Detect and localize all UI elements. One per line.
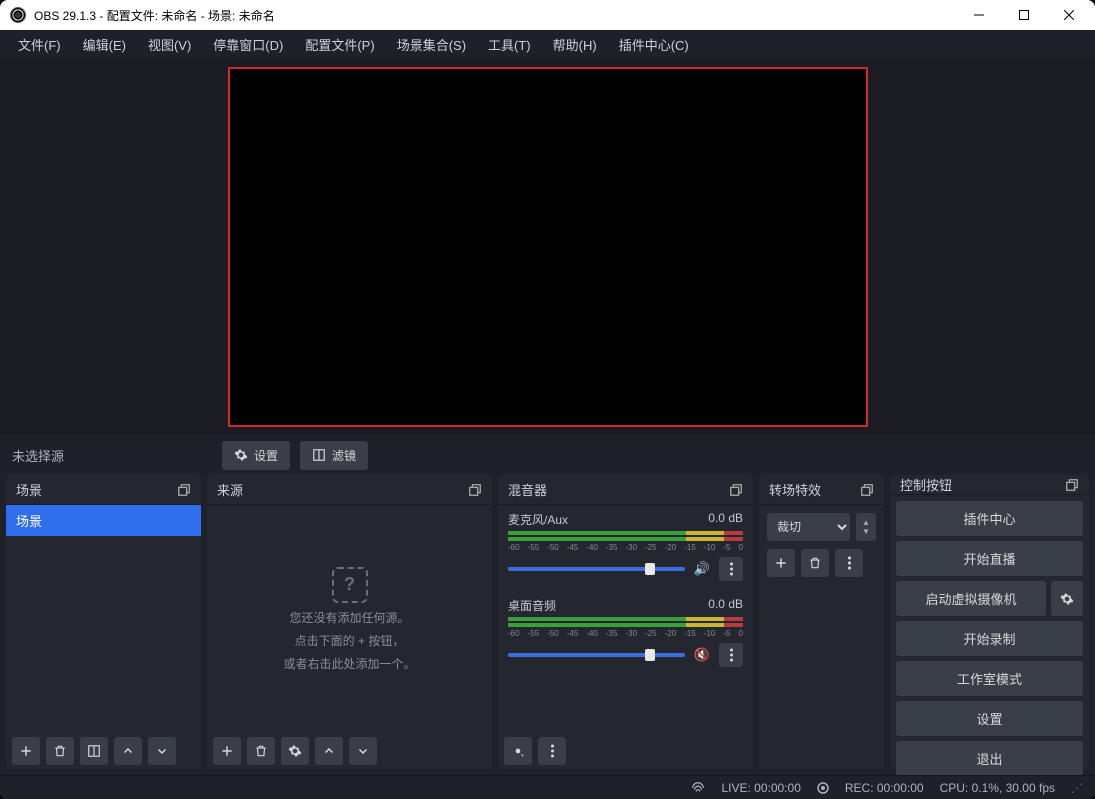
transition-properties-button[interactable] [835, 549, 863, 577]
add-transition-button[interactable] [767, 549, 795, 577]
plugin-center-button[interactable]: 插件中心 [896, 501, 1083, 536]
menu-edit[interactable]: 编辑(E) [73, 31, 136, 58]
start-recording-button[interactable]: 开始录制 [896, 621, 1083, 656]
volume-meter [508, 617, 743, 621]
volume-slider[interactable] [508, 653, 685, 657]
source-properties-button[interactable] [281, 737, 309, 765]
mixer-channel-mic: 麦克风/Aux 0.0 dB -60-55-50-45-40-35-30-25-… [498, 505, 753, 591]
filter-icon [312, 448, 326, 462]
volume-meter [508, 537, 743, 541]
mixer-title: 混音器 [508, 480, 547, 499]
menu-file[interactable]: 文件(F) [8, 31, 71, 58]
popout-icon[interactable] [729, 483, 743, 497]
exit-button[interactable]: 退出 [896, 741, 1083, 776]
remove-transition-button[interactable] [801, 549, 829, 577]
transition-select[interactable]: 裁切 [767, 513, 850, 541]
scene-item[interactable]: 场景 [6, 505, 201, 536]
window-title: OBS 29.1.3 - 配置文件: 未命名 - 场景: 未命名 [34, 7, 956, 24]
sources-dock: 来源 ? 您还没有添加任何源。 点击下面的 + 按钮， 或者右击此处添加一个。 [207, 475, 492, 769]
scenes-dock: 场景 场景 [6, 475, 201, 769]
popout-icon[interactable] [1065, 478, 1079, 492]
controls-title: 控制按钮 [900, 475, 952, 494]
source-up-button[interactable] [315, 737, 343, 765]
studio-mode-button[interactable]: 工作室模式 [896, 661, 1083, 696]
empty-sources-placeholder[interactable]: ? 您还没有添加任何源。 点击下面的 + 按钮， 或者右击此处添加一个。 [207, 505, 492, 733]
popout-icon[interactable] [860, 483, 874, 497]
mixer-menu-button[interactable] [538, 737, 566, 765]
gear-icon [234, 448, 248, 462]
mixer-dock: 混音器 麦克风/Aux 0.0 dB -60-55-50-45 [498, 475, 753, 769]
start-virtualcam-button[interactable]: 启动虚拟摄像机 [896, 581, 1046, 616]
resize-grip-icon[interactable]: ⋰ [1071, 781, 1083, 795]
scene-down-button[interactable] [148, 737, 176, 765]
app-window: OBS 29.1.3 - 配置文件: 未命名 - 场景: 未命名 文件(F) 编… [0, 0, 1095, 799]
start-streaming-button[interactable]: 开始直播 [896, 541, 1083, 576]
titlebar: OBS 29.1.3 - 配置文件: 未命名 - 场景: 未命名 [0, 0, 1095, 30]
network-icon [691, 781, 705, 795]
channel-db: 0.0 dB [708, 511, 743, 528]
channel-db: 0.0 dB [708, 597, 743, 614]
transitions-dock: 转场特效 裁切 ▲▼ [759, 475, 884, 769]
scene-filter-button[interactable] [80, 737, 108, 765]
source-filter-button[interactable]: 滤镜 [300, 441, 368, 470]
menu-plugin-center[interactable]: 插件中心(C) [609, 31, 699, 58]
transitions-title: 转场特效 [769, 480, 821, 499]
preview-canvas[interactable] [228, 67, 868, 427]
close-button[interactable] [1046, 0, 1091, 30]
channel-name: 麦克风/Aux [508, 511, 568, 528]
add-source-button[interactable] [213, 737, 241, 765]
no-source-label: 未选择源 [12, 446, 212, 465]
preview-area [0, 58, 1095, 435]
mixer-channel-desktop: 桌面音频 0.0 dB -60-55-50-45-40-35-30-25-20-… [498, 591, 753, 677]
source-toolbar: 未选择源 设置 滤镜 [0, 435, 1095, 475]
channel-name: 桌面音频 [508, 597, 556, 614]
popout-icon[interactable] [468, 483, 482, 497]
controls-dock: 控制按钮 插件中心 开始直播 启动虚拟摄像机 开始录制 工作室模式 设置 退出 [890, 475, 1089, 769]
settings-button[interactable]: 设置 [896, 701, 1083, 736]
record-icon [817, 782, 829, 794]
minimize-button[interactable] [956, 0, 1001, 30]
menu-profile[interactable]: 配置文件(P) [295, 31, 384, 58]
channel-menu-button[interactable] [719, 643, 743, 667]
remove-scene-button[interactable] [46, 737, 74, 765]
menubar: 文件(F) 编辑(E) 视图(V) 停靠窗口(D) 配置文件(P) 场景集合(S… [0, 30, 1095, 58]
transition-spinner[interactable]: ▲▼ [856, 513, 876, 541]
sources-title: 来源 [217, 480, 243, 499]
rec-status: REC: 00:00:00 [845, 781, 924, 795]
channel-menu-button[interactable] [719, 557, 743, 581]
menu-help[interactable]: 帮助(H) [543, 31, 607, 58]
maximize-button[interactable] [1001, 0, 1046, 30]
obs-logo-icon [10, 7, 26, 23]
source-down-button[interactable] [349, 737, 377, 765]
volume-meter [508, 531, 743, 535]
question-icon: ? [332, 567, 368, 603]
source-settings-button[interactable]: 设置 [222, 441, 290, 470]
menu-tools[interactable]: 工具(T) [478, 31, 541, 58]
scene-up-button[interactable] [114, 737, 142, 765]
scenes-title: 场景 [16, 480, 42, 499]
live-status: LIVE: 00:00:00 [721, 781, 800, 795]
statusbar: LIVE: 00:00:00 REC: 00:00:00 CPU: 0.1%, … [0, 775, 1095, 799]
speaker-icon[interactable]: 🔊 [693, 561, 711, 577]
virtualcam-settings-button[interactable] [1051, 581, 1083, 616]
speaker-muted-icon[interactable]: 🔇 [693, 647, 711, 663]
menu-dock[interactable]: 停靠窗口(D) [203, 31, 293, 58]
remove-source-button[interactable] [247, 737, 275, 765]
add-scene-button[interactable] [12, 737, 40, 765]
meter-ticks: -60-55-50-45-40-35-30-25-20-15-10-50 [508, 543, 743, 553]
volume-slider[interactable] [508, 567, 685, 571]
menu-scene-collection[interactable]: 场景集合(S) [387, 31, 476, 58]
menu-view[interactable]: 视图(V) [138, 31, 201, 58]
mixer-advanced-button[interactable] [504, 737, 532, 765]
popout-icon[interactable] [177, 483, 191, 497]
meter-ticks: -60-55-50-45-40-35-30-25-20-15-10-50 [508, 629, 743, 639]
volume-meter [508, 623, 743, 627]
cpu-status: CPU: 0.1%, 30.00 fps [940, 781, 1055, 795]
